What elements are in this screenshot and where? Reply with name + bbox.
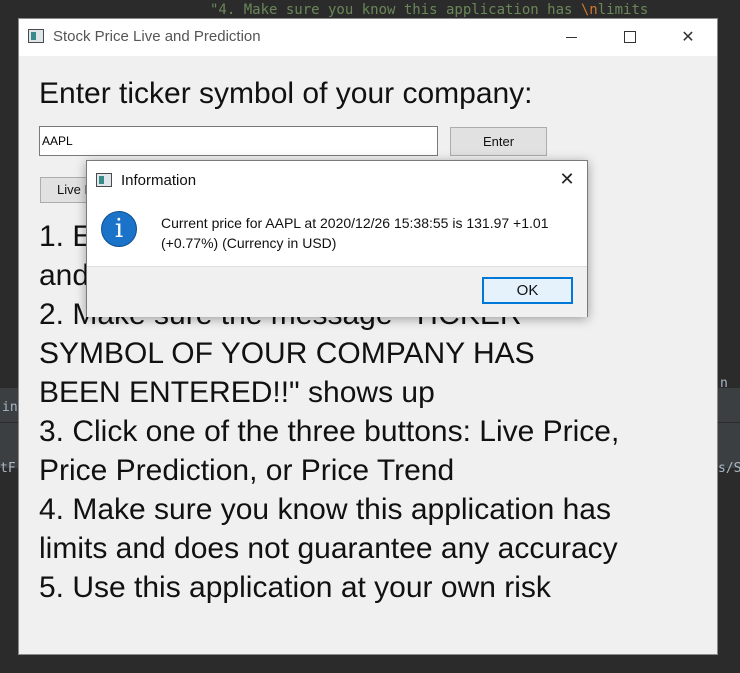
code-line: "4. Make sure you know this application … <box>210 2 649 18</box>
information-dialog: Information ✕ i Current price for AAPL a… <box>86 160 588 317</box>
ticker-input[interactable] <box>39 126 438 156</box>
ticker-prompt: Enter ticker symbol of your company: <box>39 77 533 110</box>
dialog-title: Information <box>121 172 197 189</box>
title-bar[interactable]: Stock Price Live and Prediction ✕ <box>19 19 717 56</box>
minimize-button[interactable] <box>557 25 587 49</box>
dialog-close-icon[interactable]: ✕ <box>555 168 579 192</box>
enter-button[interactable]: Enter <box>450 127 547 156</box>
instruction-line: 3. Click one of the three buttons: Live … <box>39 415 620 448</box>
instruction-line: BEEN ENTERED!!" shows up <box>39 376 435 409</box>
dialog-footer: OK <box>87 266 587 317</box>
instruction-line: SYMBOL OF YOUR COMPANY HAS <box>39 337 535 370</box>
dialog-message: Current price for AAPL at 2020/12/26 15:… <box>161 213 571 253</box>
ide-fragment: n <box>720 376 728 391</box>
dialog-message-line: (+0.77%) (Currency in USD) <box>161 235 337 251</box>
main-window: Stock Price Live and Prediction ✕ Enter … <box>18 18 718 655</box>
instruction-line: limits and does not guarantee any accura… <box>39 532 618 565</box>
app-icon <box>28 29 44 43</box>
maximize-button[interactable] <box>615 25 645 49</box>
dialog-app-icon <box>96 173 112 187</box>
instruction-line: 5. Use this application at your own risk <box>39 571 551 604</box>
instruction-line: Price Prediction, or Price Trend <box>39 454 455 487</box>
instruction-line: 4. Make sure you know this application h… <box>39 493 611 526</box>
dialog-message-line: Current price for AAPL at 2020/12/26 15:… <box>161 215 549 231</box>
window-title: Stock Price Live and Prediction <box>53 28 261 45</box>
ok-button[interactable]: OK <box>482 277 573 304</box>
ide-fragment: s/S <box>718 461 740 476</box>
info-icon: i <box>101 211 137 247</box>
ide-fragment: tF <box>0 461 16 476</box>
close-button[interactable]: ✕ <box>673 25 703 49</box>
